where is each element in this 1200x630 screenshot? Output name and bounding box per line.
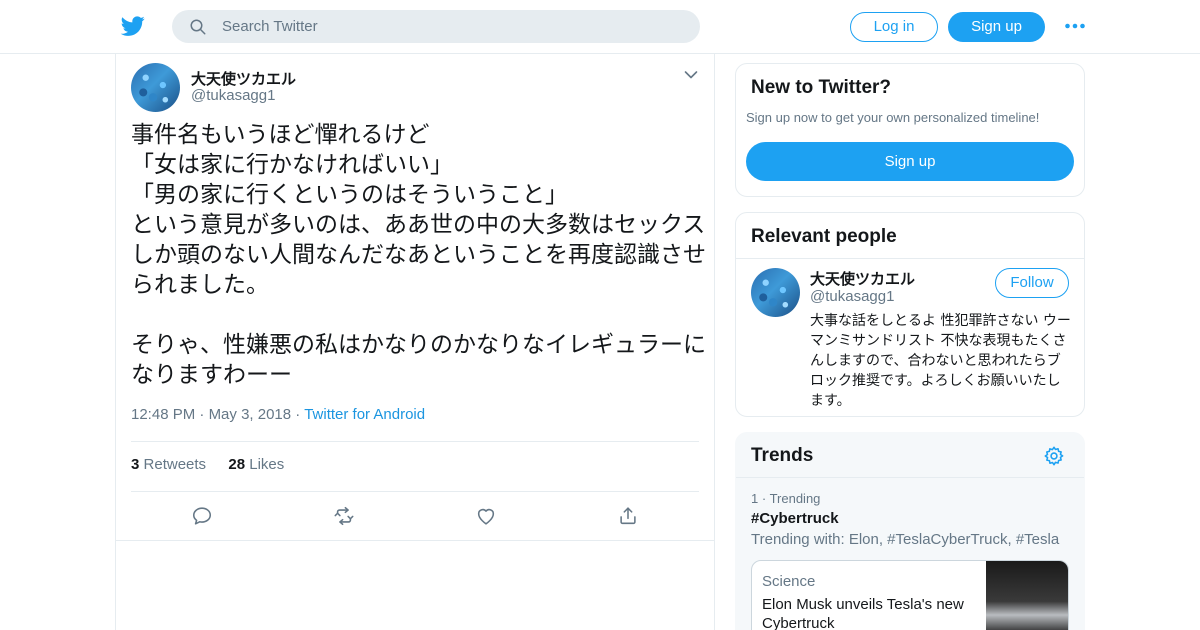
search-box[interactable]: Search Twitter xyxy=(172,10,700,43)
meta-separator: · xyxy=(761,491,770,506)
divider xyxy=(736,258,1084,259)
likes-stat[interactable]: 28 Likes xyxy=(228,456,284,473)
relevant-people-title: Relevant people xyxy=(751,226,897,247)
author-handle[interactable]: @tukasagg1 xyxy=(191,87,275,104)
reply-icon[interactable] xyxy=(191,505,213,527)
signup-card-button[interactable]: Sign up xyxy=(746,142,1074,181)
news-card[interactable]: Science Elon Musk unveils Tesla's new Cy… xyxy=(751,560,1069,630)
login-button[interactable]: Log in xyxy=(850,12,938,42)
tweet-text: 事件名もいうほど憚れるけど 「女は家に行かなければいい」 「男の家に行くというの… xyxy=(131,122,706,388)
avatar[interactable] xyxy=(131,63,180,112)
trends-card: Trends 1 · Trending #Cybertruck Trending… xyxy=(735,432,1085,630)
retweets-count: 3 xyxy=(131,456,140,473)
person-name[interactable]: 大天使ツカエル xyxy=(810,268,915,289)
share-icon[interactable] xyxy=(617,505,639,527)
author-name[interactable]: 大天使ツカエル xyxy=(191,68,296,89)
trend-rank-label: Trending xyxy=(769,491,821,506)
signup-card-title: New to Twitter? xyxy=(751,77,892,98)
avatar[interactable] xyxy=(751,268,800,317)
news-thumbnail-image xyxy=(986,561,1068,630)
more-dots-icon[interactable] xyxy=(1064,18,1086,34)
tweet-time[interactable]: 12:48 PM xyxy=(131,406,195,423)
trending-with-text: Trending with: Elon, #TeslaCyberTruck, #… xyxy=(751,531,1060,548)
person-bio: 大事な話をしとるよ 性犯罪許さない ウーマンミサンドリスト 不快な表現もたくさん… xyxy=(810,313,1071,409)
divider xyxy=(116,540,714,541)
divider xyxy=(736,477,1084,478)
follow-button[interactable]: Follow xyxy=(995,268,1069,298)
relevant-people-card: Relevant people 大天使ツカエル @tukasagg1 Follo… xyxy=(735,212,1085,417)
tweet-stats: 3 Retweets 28 Likes xyxy=(131,456,284,473)
retweet-icon[interactable] xyxy=(333,505,355,527)
meta-separator: · xyxy=(199,406,209,423)
tweet-source-link[interactable]: Twitter for Android xyxy=(304,406,425,423)
trend-rank: 1 · Trending xyxy=(751,491,820,506)
tweet-date[interactable]: May 3, 2018 xyxy=(209,406,292,423)
signup-button[interactable]: Sign up xyxy=(948,12,1045,42)
trends-title: Trends xyxy=(751,445,814,466)
signup-card-subtitle: Sign up now to get your own personalized… xyxy=(746,110,1040,125)
signup-card: New to Twitter? Sign up now to get your … xyxy=(735,63,1085,197)
trend-rank-number: 1 xyxy=(751,491,759,506)
top-navigation-bar: Search Twitter Log in Sign up xyxy=(0,0,1200,54)
divider xyxy=(131,441,699,442)
chevron-down-icon[interactable] xyxy=(684,70,698,80)
gear-icon[interactable] xyxy=(1043,445,1065,467)
news-title: Elon Musk unveils Tesla's new Cybertruck xyxy=(762,596,964,630)
tweet-timestamp: 12:48 PM · May 3, 2018 · Twitter for And… xyxy=(131,406,425,423)
search-input[interactable]: Search Twitter xyxy=(222,18,318,35)
tweet-detail: 大天使ツカエル @tukasagg1 事件名もいうほど憚れるけど 「女は家に行か… xyxy=(115,54,715,630)
twitter-bird-icon[interactable] xyxy=(120,14,146,38)
news-category: Science xyxy=(762,573,816,590)
retweets-stat[interactable]: 3 Retweets xyxy=(131,456,206,473)
likes-count: 28 xyxy=(228,456,246,473)
meta-separator: · xyxy=(295,406,305,423)
like-heart-icon[interactable] xyxy=(475,505,497,527)
retweets-label: Retweets xyxy=(143,456,207,473)
person-handle[interactable]: @tukasagg1 xyxy=(810,288,894,305)
divider xyxy=(131,491,699,492)
search-icon xyxy=(190,19,206,35)
likes-label: Likes xyxy=(249,456,285,473)
trend-hashtag-link[interactable]: #Cybertruck xyxy=(751,510,839,527)
